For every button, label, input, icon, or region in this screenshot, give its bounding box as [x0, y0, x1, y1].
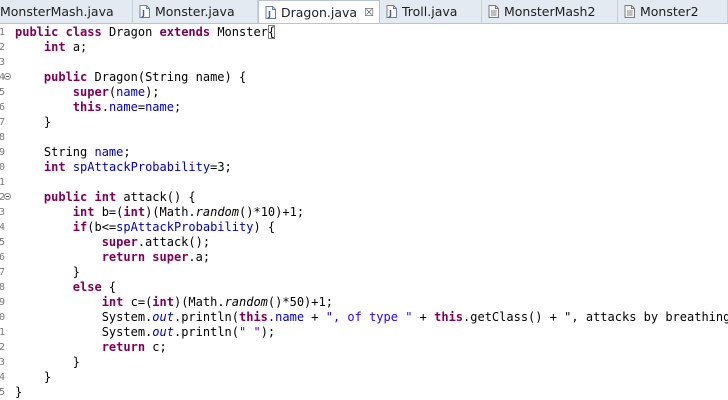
- code-text: int a;: [43, 40, 88, 54]
- tab-troll-java[interactable]: J Troll.java: [380, 0, 482, 23]
- svg-text:J: J: [141, 9, 145, 18]
- code-line[interactable]: 4 public Dragon(String name) {: [0, 70, 728, 85]
- code-line[interactable]: 5}: [0, 385, 728, 400]
- line-number: 8: [0, 282, 5, 293]
- tab-monstermash2[interactable]: MonsterMash2: [482, 0, 618, 23]
- line-number: 4: [0, 372, 5, 383]
- code-text: else {: [72, 280, 117, 294]
- code-line[interactable]: 6 return super.a;: [0, 250, 728, 265]
- code-line[interactable]: 9 int c=(int)(Math.random()*50)+1;: [0, 295, 728, 310]
- code-line[interactable]: 4 if(b<=spAttackProbability) {: [0, 220, 728, 235]
- line-number: 4: [0, 222, 5, 233]
- collapse-icon[interactable]: [4, 193, 11, 200]
- svg-text:J: J: [267, 10, 271, 19]
- code-text: System.out.println(" ");: [15, 325, 276, 339]
- code-line[interactable]: 7 }: [0, 115, 728, 130]
- code-text: this.name=name;: [72, 100, 182, 114]
- line-number: 0: [0, 312, 5, 323]
- line-number: 6: [0, 252, 5, 263]
- code-text: }: [15, 115, 52, 129]
- tab-monster2[interactable]: Monster2: [618, 0, 728, 23]
- code-text: }: [15, 385, 23, 399]
- tab-label: Troll.java: [402, 4, 458, 19]
- code-line[interactable]: 1 public class Dragon extends Monster{: [0, 25, 728, 40]
- code-text: int b=(int)(Math.random()*10)+1;: [72, 205, 305, 219]
- code-line[interactable]: 2 return c;: [0, 340, 728, 355]
- tab-label: Monster.java: [155, 4, 235, 19]
- code-text: }: [15, 370, 52, 384]
- line-number: 1: [0, 27, 5, 38]
- line-number: 6: [0, 102, 5, 113]
- close-tab-icon[interactable]: ☒: [364, 7, 374, 18]
- code-line[interactable]: 0 System.out.println(this.name + ", of t…: [0, 310, 728, 325]
- line-number: 3: [0, 207, 5, 218]
- code-editor[interactable]: 1 public class Dragon extends Monster{2 i…: [0, 24, 728, 400]
- code-text: public class Dragon extends Monster{: [15, 25, 276, 39]
- code-line[interactable]: 8: [0, 130, 728, 145]
- code-line[interactable]: 0 int spAttackProbability=3;: [0, 160, 728, 175]
- code-line[interactable]: 4 }: [0, 370, 728, 385]
- java-file-icon: J: [265, 5, 276, 19]
- line-number: 5: [0, 387, 5, 398]
- code-line[interactable]: 2 int a;: [0, 40, 728, 55]
- code-line[interactable]: 1: [0, 175, 728, 190]
- code-text: System.out.println(this.name + ", of typ…: [15, 310, 728, 324]
- code-line[interactable]: 9 String name;: [0, 145, 728, 160]
- java-file-icon: J: [139, 5, 150, 18]
- collapse-icon[interactable]: [4, 73, 11, 80]
- class-file-icon: [488, 5, 499, 18]
- code-text: }: [15, 265, 81, 279]
- code-line[interactable]: 3 }: [0, 355, 728, 370]
- tab-dragon-java[interactable]: J Dragon.java ☒: [258, 0, 380, 23]
- code-line[interactable]: 1 System.out.println(" ");: [0, 325, 728, 340]
- line-number: 1: [0, 327, 5, 338]
- tab-monstermash-java[interactable]: MonsterMash.java: [0, 0, 133, 23]
- code-line[interactable]: 5 super.attack();: [0, 235, 728, 250]
- code-text: public int attack() {: [43, 190, 196, 204]
- tab-label: Monster2: [640, 4, 699, 19]
- code-text: String name;: [15, 145, 131, 159]
- line-number: 0: [0, 162, 5, 173]
- svg-text:J: J: [388, 9, 392, 18]
- line-number: 8: [0, 132, 5, 143]
- line-number: 1: [0, 177, 5, 188]
- code-line[interactable]: 6 this.name=name;: [0, 100, 728, 115]
- tab-label: MonsterMash.java: [0, 4, 114, 19]
- tab-label: Dragon.java: [281, 4, 358, 20]
- line-number: 2: [0, 342, 5, 353]
- code-line[interactable]: 8 else {: [0, 280, 728, 295]
- code-line[interactable]: 5 super(name);: [0, 85, 728, 100]
- code-text: return c;: [101, 340, 167, 354]
- line-number: 5: [0, 237, 5, 248]
- tab-monster-java[interactable]: J Monster.java: [133, 0, 258, 23]
- code-text: if(b<=spAttackProbability) {: [72, 220, 276, 234]
- line-number: 7: [0, 117, 5, 128]
- code-text: }: [15, 355, 81, 369]
- code-text: public Dragon(String name) {: [43, 70, 247, 84]
- java-file-icon: J: [386, 5, 397, 18]
- tab-label: MonsterMash2: [504, 4, 596, 19]
- code-line[interactable]: 2 public int attack() {: [0, 190, 728, 205]
- class-file-icon: [624, 5, 635, 18]
- line-number: 3: [0, 57, 5, 68]
- code-text: super.attack();: [101, 235, 211, 249]
- code-text: int c=(int)(Math.random()*50)+1;: [101, 295, 333, 309]
- line-number: 9: [0, 147, 5, 158]
- code-text: int spAttackProbability=3;: [43, 160, 232, 174]
- code-line[interactable]: 7 }: [0, 265, 728, 280]
- editor-tab-bar: MonsterMash.java J Monster.java J Dragon.jav…: [0, 0, 728, 24]
- line-number: 9: [0, 297, 5, 308]
- line-number: 2: [0, 42, 5, 53]
- code-text: super(name);: [72, 85, 160, 99]
- code-line[interactable]: 3: [0, 55, 728, 70]
- line-number: 3: [0, 357, 5, 368]
- line-number: 7: [0, 267, 5, 278]
- line-number: 5: [0, 87, 5, 98]
- code-text: return super.a;: [101, 250, 211, 264]
- code-line[interactable]: 3 int b=(int)(Math.random()*10)+1;: [0, 205, 728, 220]
